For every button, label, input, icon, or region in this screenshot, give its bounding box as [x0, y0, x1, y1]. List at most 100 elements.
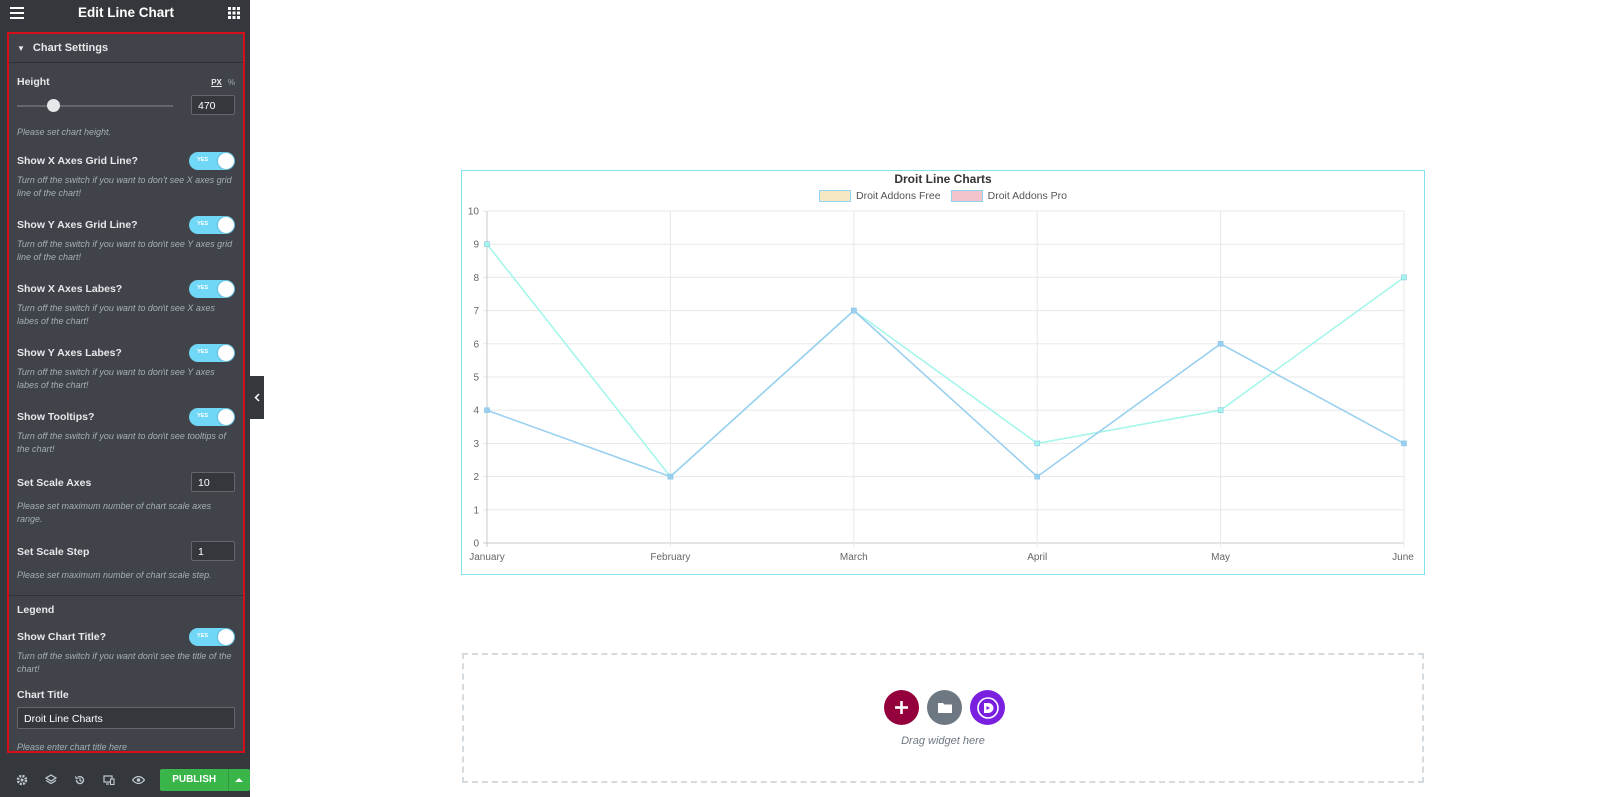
x-tick-label: January	[469, 552, 505, 563]
x-grid-control: Show X Axes Grid Line? YES Turn off the …	[17, 152, 235, 210]
data-point	[1034, 473, 1041, 480]
toggle-text: YES	[197, 349, 209, 355]
legend-swatch	[950, 190, 983, 202]
data-point	[1401, 274, 1407, 281]
y-tick-label: 6	[473, 339, 479, 350]
y-tick-label: 1	[473, 505, 479, 516]
tooltips-desc: Turn off the switch if you want to don\t…	[17, 431, 226, 454]
series-line	[486, 243, 1405, 478]
height-label: Height	[17, 76, 50, 88]
y-tick-label: 9	[473, 240, 479, 251]
droit-logo-icon	[976, 696, 999, 719]
collapse-sidebar-button[interactable]	[250, 376, 264, 419]
x-tick-label: February	[650, 552, 690, 563]
toggle-knob	[218, 217, 234, 233]
y-tick-label: 3	[473, 439, 479, 450]
legend-label: Droit Addons Pro	[987, 190, 1068, 202]
y-labels-label: Show Y Axes Labes?	[17, 347, 122, 359]
scale-step-desc: Please set maximum number of chart scale…	[17, 570, 212, 580]
editor-sidebar: Edit Line Chart ▼ Chart Settings Height …	[0, 0, 250, 797]
data-point	[850, 307, 857, 314]
height-slider-thumb[interactable]	[46, 99, 60, 112]
settings-gear-icon[interactable]	[8, 770, 37, 790]
x-grid-toggle[interactable]: YES	[189, 152, 235, 170]
y-grid-control: Show Y Axes Grid Line? YES Turn off the …	[17, 216, 235, 274]
toggle-knob	[218, 153, 234, 169]
toggle-text: YES	[197, 633, 209, 639]
add-section-button[interactable]	[884, 690, 919, 725]
legend-swatch	[818, 190, 851, 202]
scale-axes-label: Set Scale Axes	[17, 477, 92, 489]
droit-templates-button[interactable]	[970, 690, 1005, 725]
apps-grid-icon[interactable]	[227, 6, 240, 19]
x-labels-toggle[interactable]: YES	[189, 280, 235, 298]
widget-drop-zone[interactable]: Drag widget here	[462, 653, 1424, 783]
editor-title: Edit Line Chart	[77, 5, 174, 20]
toggle-text: YES	[197, 285, 209, 291]
x-tick-label: March	[840, 552, 868, 563]
sidebar-header: Edit Line Chart	[0, 0, 250, 25]
legend-item[interactable]: Droit Addons Free	[818, 190, 941, 202]
chart-title: Droit Line Charts	[894, 172, 992, 186]
data-point	[1401, 440, 1407, 447]
x-grid-label: Show X Axes Grid Line?	[17, 155, 138, 167]
x-labels-desc: Turn off the switch if you want to don\t…	[17, 303, 215, 326]
scale-step-control: Set Scale Step 1 Please set maximum numb…	[17, 541, 235, 589]
section-divider	[9, 595, 243, 596]
toggle-knob	[218, 409, 234, 425]
x-tick-label: April	[1027, 552, 1047, 563]
unit-switcher: PX%	[211, 78, 235, 87]
scale-step-input[interactable]: 1	[191, 541, 235, 561]
legend-item[interactable]: Droit Addons Pro	[950, 190, 1068, 202]
y-grid-toggle[interactable]: YES	[189, 216, 235, 234]
add-template-button[interactable]	[927, 690, 962, 725]
publish-options-button[interactable]	[227, 768, 250, 791]
legend-heading: Legend	[17, 604, 55, 616]
height-slider-track[interactable]	[17, 105, 173, 107]
chart-legend: Droit Addons Free Droit Addons Pro	[462, 190, 1424, 202]
chart-title-input[interactable]: Droit Line Charts	[17, 707, 235, 729]
drop-zone-text: Drag widget here	[901, 735, 985, 747]
scale-axes-input[interactable]: 10	[191, 472, 235, 492]
data-point	[484, 407, 490, 413]
x-labels-control: Show X Axes Labes? YES Turn off the swit…	[17, 280, 235, 338]
data-point	[1217, 407, 1224, 413]
toggle-text: YES	[197, 221, 209, 227]
tooltips-toggle[interactable]: YES	[189, 408, 235, 426]
hamburger-icon[interactable]	[10, 6, 24, 19]
toggle-knob	[218, 345, 234, 361]
toggle-text: YES	[197, 157, 209, 163]
tooltips-label: Show Tooltips?	[17, 411, 95, 423]
data-point	[667, 473, 674, 480]
chart-settings-section-header[interactable]: ▼ Chart Settings	[9, 34, 243, 63]
line-chart-widget[interactable]: 0 1 2 3 4 5 6 7 8 9 10 January February March April May…	[461, 170, 1425, 575]
data-point	[484, 241, 490, 247]
preview-eye-icon[interactable]	[124, 770, 153, 790]
series-line	[486, 309, 1405, 478]
y-tick-label: 8	[473, 273, 479, 284]
y-tick-label: 10	[468, 207, 480, 218]
show-title-toggle[interactable]: YES	[189, 628, 235, 646]
responsive-mode-icon[interactable]	[95, 770, 124, 790]
layers-icon[interactable]	[37, 770, 66, 790]
height-input[interactable]: 470	[191, 95, 235, 115]
tooltips-control: Show Tooltips? YES Turn off the switch i…	[17, 408, 235, 466]
x-grid-desc: Turn off the switch if you want to don't…	[17, 175, 232, 198]
history-icon[interactable]	[66, 770, 95, 790]
chart-title-desc: Please enter chart title here	[17, 742, 128, 752]
y-tick-label: 5	[473, 373, 479, 384]
y-tick-label: 0	[473, 539, 479, 550]
unit-px[interactable]: PX	[211, 78, 222, 87]
unit-percent[interactable]: %	[228, 78, 235, 87]
section-title: Chart Settings	[32, 42, 109, 54]
scale-axes-desc: Please set maximum number of chart scale…	[17, 501, 212, 524]
publish-button[interactable]: PUBLISH	[160, 768, 228, 791]
toggle-text: YES	[197, 413, 209, 419]
y-tick-label: 2	[473, 472, 479, 483]
toggle-knob	[218, 629, 234, 645]
y-labels-toggle[interactable]: YES	[189, 344, 235, 362]
y-grid-desc: Turn off the switch if you want to don\t…	[17, 239, 233, 262]
data-point	[1034, 440, 1041, 447]
show-title-control: Show Chart Title? YES Turn off the switc…	[17, 628, 235, 686]
x-tick-label: June	[1392, 552, 1414, 563]
